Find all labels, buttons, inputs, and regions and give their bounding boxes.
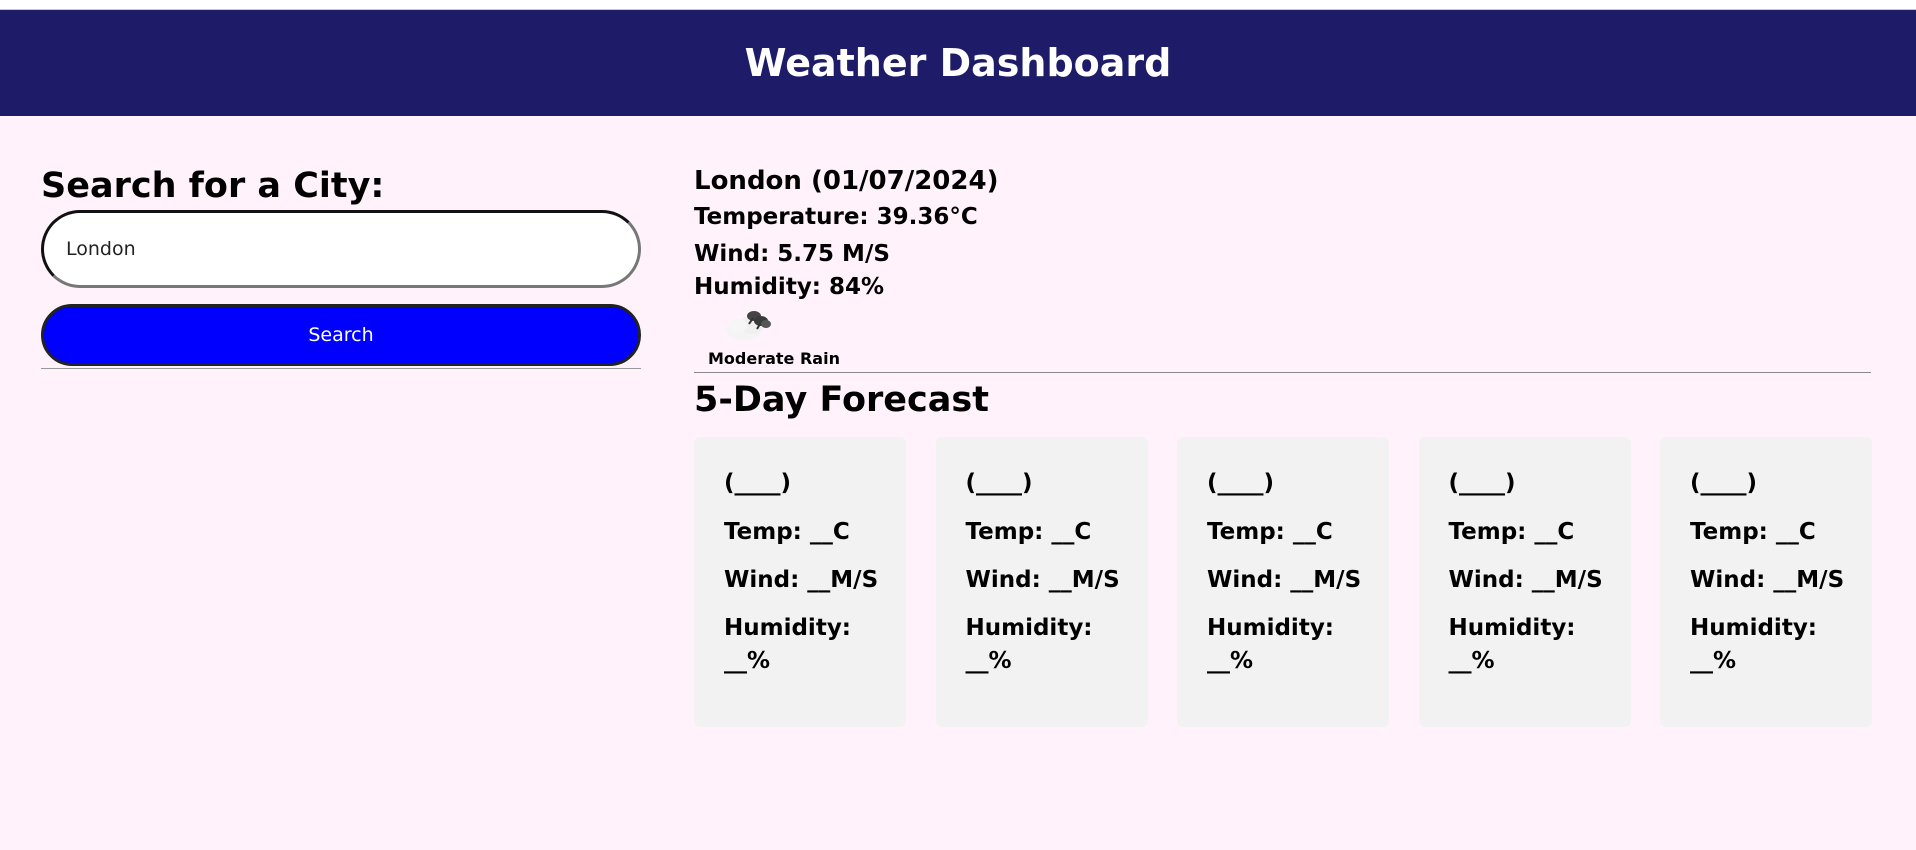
forecast-date: (____) xyxy=(724,470,792,496)
forecast-wind: Wind: __M/S xyxy=(965,567,1120,593)
search-divider xyxy=(41,368,641,369)
current-temperature: Temperature: 39.36°C xyxy=(694,204,978,230)
forecast-temp: Temp: __C xyxy=(1448,519,1575,545)
forecast-wind: Wind: __M/S xyxy=(724,567,879,593)
forecast-temp: Temp: __C xyxy=(1690,519,1816,545)
forecast-wind: Wind: __M/S xyxy=(1448,567,1603,593)
search-panel: Search for a City: Search xyxy=(41,164,641,369)
forecast-heading: 5-Day Forecast xyxy=(694,380,989,420)
forecast-temp: Temp: __C xyxy=(724,519,850,545)
page-title: Weather Dashboard xyxy=(744,41,1172,85)
current-wind: Wind: 5.75 M/S xyxy=(694,241,890,267)
current-divider xyxy=(694,372,1871,373)
page-header: Weather Dashboard xyxy=(0,10,1916,116)
current-humidity: Humidity: 84% xyxy=(694,274,885,300)
forecast-wind: Wind: __M/S xyxy=(1207,567,1362,593)
forecast-cards: (____) Temp: __C Wind: __M/S Humidity: _… xyxy=(694,437,1872,727)
forecast-temp: Temp: __C xyxy=(1207,519,1333,545)
forecast-date: (____) xyxy=(965,470,1033,496)
forecast-card: (____) Temp: __C Wind: __M/S Humidity: _… xyxy=(694,437,906,727)
rain-cloud-icon xyxy=(726,311,771,340)
forecast-card: (____) Temp: __C Wind: __M/S Humidity: _… xyxy=(1177,437,1389,727)
search-button[interactable]: Search xyxy=(41,304,641,366)
forecast-date: (____) xyxy=(1448,470,1516,496)
forecast-humidity: Humidity: __% xyxy=(1448,615,1576,674)
forecast-date: (____) xyxy=(1690,470,1758,496)
forecast-card: (____) Temp: __C Wind: __M/S Humidity: _… xyxy=(935,437,1148,727)
forecast-humidity: Humidity: __% xyxy=(965,615,1093,674)
forecast-temp: Temp: __C xyxy=(965,519,1092,545)
forecast-humidity: Humidity: __% xyxy=(724,615,852,674)
city-search-input[interactable] xyxy=(41,210,641,288)
browser-top-strip xyxy=(0,0,1916,10)
forecast-humidity: Humidity: __% xyxy=(1207,615,1335,674)
forecast-card: (____) Temp: __C Wind: __M/S Humidity: _… xyxy=(1418,437,1631,727)
search-heading: Search for a City: xyxy=(41,166,385,206)
weather-condition: Moderate Rain xyxy=(708,349,840,368)
forecast-wind: Wind: __M/S xyxy=(1690,567,1845,593)
current-weather: London (01/07/2024) Temperature: 39.36°C… xyxy=(694,162,1872,421)
forecast-humidity: Humidity: __% xyxy=(1690,615,1818,674)
forecast-card: (____) Temp: __C Wind: __M/S Humidity: _… xyxy=(1660,437,1872,727)
current-city-date: London (01/07/2024) xyxy=(694,166,999,196)
forecast-date: (____) xyxy=(1207,470,1275,496)
